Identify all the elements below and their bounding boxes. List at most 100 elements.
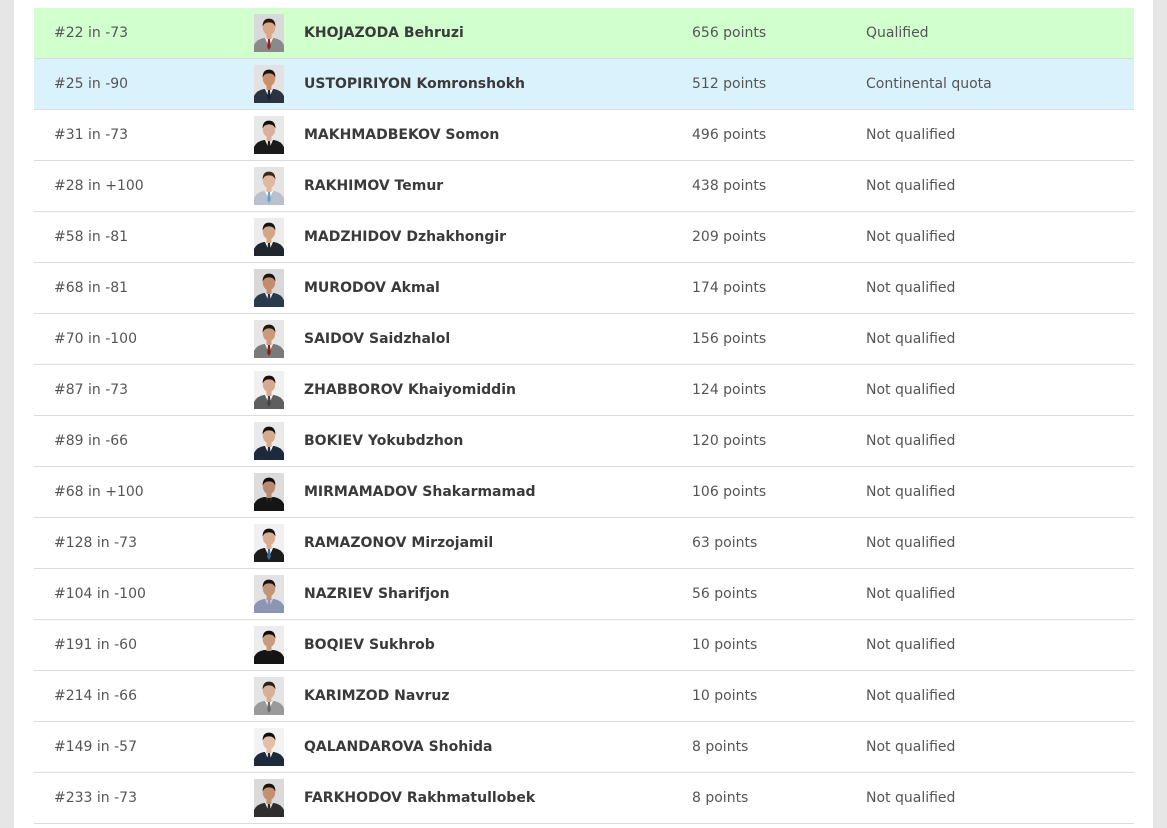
rank-label: #89 in -66 [54,433,129,449]
table-row[interactable]: #104 in -100 NAZRIEV Sharifjon 56 points No… [34,569,1134,620]
athlete-name[interactable]: QALANDAROVA Shohida [304,722,492,772]
athlete-name[interactable]: RAKHIMOV Temur [304,161,443,211]
portrait-icon [254,575,284,613]
athlete-name[interactable]: NAZRIEV Sharifjon [304,569,450,619]
table-row[interactable]: #25 in -90 USTOPIRIYON Komronshokh 512 poi… [34,59,1134,110]
points-value: 438 points [692,178,767,194]
rank-label: #28 in +100 [54,178,144,194]
athlete-name[interactable]: MIRMAMADOV Shakarmamad [304,467,536,517]
rank-label: #31 in -73 [54,127,129,143]
athlete-name[interactable]: MURODOV Akmal [304,263,440,313]
athlete-name[interactable]: MAKHMADBEKOV Somon [304,110,499,160]
portrait-icon [254,65,284,103]
table-row[interactable]: #191 in -60 BOQIEV Sukhrob 10 points Not qu… [34,620,1134,671]
athlete-photo [254,473,284,511]
portrait-icon [254,626,284,664]
athlete-name[interactable]: RAMAZONOV Mirzojamil [304,518,493,568]
points-value: 512 points [692,76,767,92]
table-row[interactable]: #233 in -73 FARKHODOV Rakhmatullobek 8 poi… [34,773,1134,824]
points-value: 120 points [692,433,767,449]
portrait-icon [254,728,284,766]
athlete-name[interactable]: KARIMZOD Navruz [304,671,449,721]
qualification-status: Not qualified [866,178,956,194]
portrait-icon [254,14,284,52]
table-row[interactable]: #31 in -73 MAKHMADBEKOV Somon 496 points No… [34,110,1134,161]
portrait-icon [254,371,284,409]
rank-label: #68 in -81 [54,280,129,296]
points-value: 106 points [692,484,767,500]
points-value: 496 points [692,127,767,143]
table-row[interactable]: #89 in -66 BOKIEV Yokubdzhon 120 points Not… [34,416,1134,467]
portrait-icon [254,116,284,154]
athlete-name[interactable]: USTOPIRIYON Komronshokh [304,59,525,109]
athlete-photo [254,218,284,256]
points-value: 10 points [692,637,758,653]
portrait-icon [254,779,284,817]
portrait-icon [254,422,284,460]
table-row[interactable]: #149 in -57 QALANDAROVA Shohida 8 points No… [34,722,1134,773]
athlete-name[interactable]: BOQIEV Sukhrob [304,620,435,670]
table-row[interactable]: #87 in -73 ZHABBOROV Khaiyomiddin 124 poin… [34,365,1134,416]
rank-label: #104 in -100 [54,586,146,602]
table-row[interactable]: #128 in -73 RAMAZONOV Mirzojamil 63 points… [34,518,1134,569]
points-value: 56 points [692,586,758,602]
rank-label: #191 in -60 [54,637,137,653]
portrait-icon [254,320,284,358]
rank-label: #233 in -73 [54,790,137,806]
points-value: 8 points [692,739,749,755]
points-value: 209 points [692,229,767,245]
qualification-status: Qualified [866,25,929,41]
portrait-icon [254,218,284,256]
rank-label: #128 in -73 [54,535,137,551]
athlete-photo [254,14,284,52]
athlete-photo [254,422,284,460]
athlete-photo [254,320,284,358]
table-row[interactable]: #68 in +100 MIRMAMADOV Shakarmamad 106 poi… [34,467,1134,518]
portrait-icon [254,269,284,307]
athlete-photo [254,524,284,562]
rank-label: #149 in -57 [54,739,137,755]
table-row[interactable]: #68 in -81 MURODOV Akmal 174 points Not qua… [34,263,1134,314]
rank-label: #22 in -73 [54,25,129,41]
qualification-status: Not qualified [866,688,956,704]
athlete-name[interactable]: KHOJAZODA Behruzi [304,8,464,58]
table-row[interactable]: #70 in -100 SAIDOV Saidzhalol 156 points No… [34,314,1134,365]
table-row[interactable]: #214 in -66 KARIMZOD Navruz 10 points Not q… [34,671,1134,722]
qualification-status: Not qualified [866,790,956,806]
athlete-photo [254,575,284,613]
rank-label: #68 in +100 [54,484,144,500]
points-value: 63 points [692,535,758,551]
portrait-icon [254,473,284,511]
athlete-name[interactable]: SAIDOV Saidzhalol [304,314,450,364]
athlete-name[interactable]: ZHABBOROV Khaiyomiddin [304,365,516,415]
table-row[interactable]: #22 in -73 KHOJAZODA Behruzi 656 points Qua… [34,8,1134,59]
qualification-status: Not qualified [866,586,956,602]
athlete-name[interactable]: MADZHIDOV Dzhakhongir [304,212,506,262]
table-row[interactable]: #28 in +100 RAKHIMOV Temur 438 points Not q… [34,161,1134,212]
qualification-status: Not qualified [866,382,956,398]
portrait-icon [254,167,284,205]
athlete-photo [254,116,284,154]
athlete-photo [254,371,284,409]
qualification-status: Not qualified [866,433,956,449]
portrait-icon [254,524,284,562]
athlete-photo [254,779,284,817]
points-value: 124 points [692,382,767,398]
rank-label: #58 in -81 [54,229,129,245]
rank-label: #214 in -66 [54,688,137,704]
qualification-status: Not qualified [866,484,956,500]
athlete-name[interactable]: FARKHODOV Rakhmatullobek [304,773,535,823]
ranking-table: #22 in -73 KHOJAZODA Behruzi 656 points Qua… [34,8,1134,824]
qualification-status: Continental quota [866,76,992,92]
points-value: 8 points [692,790,749,806]
athlete-name[interactable]: BOKIEV Yokubdzhon [304,416,463,466]
points-value: 10 points [692,688,758,704]
points-value: 156 points [692,331,767,347]
portrait-icon [254,677,284,715]
qualification-status: Not qualified [866,127,956,143]
qualification-status: Not qualified [866,739,956,755]
athlete-photo [254,65,284,103]
qualification-status: Not qualified [866,280,956,296]
athlete-photo [254,167,284,205]
table-row[interactable]: #58 in -81 MADZHIDOV Dzhakhongir 209 point… [34,212,1134,263]
